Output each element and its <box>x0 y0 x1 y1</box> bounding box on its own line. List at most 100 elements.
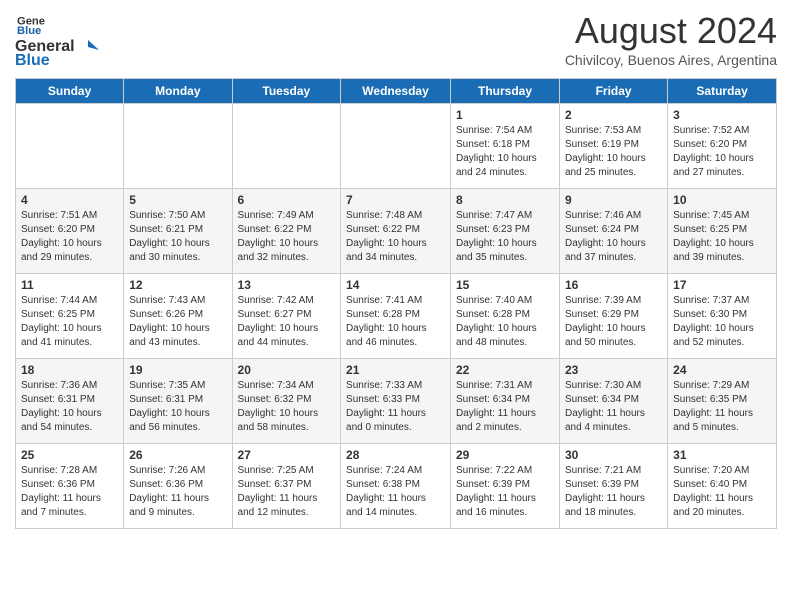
day-info: Sunrise: 7:39 AM Sunset: 6:29 PM Dayligh… <box>565 294 662 350</box>
day-number: 13 <box>238 278 336 292</box>
day-number: 31 <box>673 448 771 462</box>
table-row: 9 Sunrise: 7:46 AM Sunset: 6:24 PM Daylig… <box>560 189 668 274</box>
table-row: 15Sunrise: 7:40 AM Sunset: 6:28 PM Dayli… <box>451 274 560 359</box>
day-number: 15 <box>456 278 554 292</box>
table-row: 21 Sunrise: 7:33 AM Sunset: 6:33 PM Dayli… <box>341 359 451 444</box>
calendar-week-row: 25 Sunrise: 7:28 AM Sunset: 6:36 PM Dayli… <box>16 444 777 529</box>
table-row: 28 Sunrise: 7:24 AM Sunset: 6:38 PM Dayli… <box>341 444 451 529</box>
day-info: Sunrise: 7:21 AM Sunset: 6:39 PM Dayligh… <box>565 464 662 520</box>
day-info: Sunrise: 7:30 AM Sunset: 6:34 PM Dayligh… <box>565 379 662 435</box>
table-row: 19 Sunrise: 7:35 AM Sunset: 6:31 PM Dayli… <box>124 359 232 444</box>
day-number: 5 <box>129 193 226 207</box>
table-row: 31 Sunrise: 7:20 AM Sunset: 6:40 PM Dayli… <box>668 444 777 529</box>
table-row: 26 Sunrise: 7:26 AM Sunset: 6:36 PM Dayli… <box>124 444 232 529</box>
table-row <box>232 104 341 189</box>
day-info: Sunrise: 7:48 AM Sunset: 6:22 PM Dayligh… <box>346 209 445 265</box>
day-info: Sunrise: 7:46 AM Sunset: 6:24 PM Dayligh… <box>565 209 662 265</box>
table-row <box>341 104 451 189</box>
col-tuesday: Tuesday <box>232 79 341 104</box>
calendar-week-row: 4 Sunrise: 7:51 AM Sunset: 6:20 PM Daylig… <box>16 189 777 274</box>
day-info: Sunrise: 7:43 AM Sunset: 6:26 PM Dayligh… <box>129 294 226 350</box>
day-number: 29 <box>456 448 554 462</box>
day-info: Sunrise: 7:35 AM Sunset: 6:31 PM Dayligh… <box>129 379 226 435</box>
day-info: Sunrise: 7:24 AM Sunset: 6:38 PM Dayligh… <box>346 464 445 520</box>
header: General Blue General Blue August 2024 Ch… <box>15 10 777 70</box>
table-row: 23 Sunrise: 7:30 AM Sunset: 6:34 PM Dayli… <box>560 359 668 444</box>
table-row: 30Sunrise: 7:21 AM Sunset: 6:39 PM Dayli… <box>560 444 668 529</box>
day-number: 28 <box>346 448 445 462</box>
day-info: Sunrise: 7:42 AM Sunset: 6:27 PM Dayligh… <box>238 294 336 350</box>
day-number: 26 <box>129 448 226 462</box>
day-info: Sunrise: 7:45 AM Sunset: 6:25 PM Dayligh… <box>673 209 771 265</box>
day-number: 20 <box>238 363 336 377</box>
col-saturday: Saturday <box>668 79 777 104</box>
day-info: Sunrise: 7:37 AM Sunset: 6:30 PM Dayligh… <box>673 294 771 350</box>
day-info: Sunrise: 7:20 AM Sunset: 6:40 PM Dayligh… <box>673 464 771 520</box>
day-info: Sunrise: 7:51 AM Sunset: 6:20 PM Dayligh… <box>21 209 118 265</box>
day-info: Sunrise: 7:41 AM Sunset: 6:28 PM Dayligh… <box>346 294 445 350</box>
day-number: 2 <box>565 108 662 122</box>
logo: General Blue General Blue <box>15 10 99 70</box>
col-wednesday: Wednesday <box>341 79 451 104</box>
table-row: 4 Sunrise: 7:51 AM Sunset: 6:20 PM Daylig… <box>16 189 124 274</box>
day-number: 25 <box>21 448 118 462</box>
table-row: 27 Sunrise: 7:25 AM Sunset: 6:37 PM Dayli… <box>232 444 341 529</box>
col-friday: Friday <box>560 79 668 104</box>
calendar-table: Sunday Monday Tuesday Wednesday Thursday… <box>15 78 777 529</box>
day-number: 16 <box>565 278 662 292</box>
day-number: 4 <box>21 193 118 207</box>
col-sunday: Sunday <box>16 79 124 104</box>
logo-bird-icon <box>77 38 99 56</box>
calendar-week-row: 18 Sunrise: 7:36 AM Sunset: 6:31 PM Dayli… <box>16 359 777 444</box>
day-number: 12 <box>129 278 226 292</box>
day-info: Sunrise: 7:54 AM Sunset: 6:18 PM Dayligh… <box>456 124 554 180</box>
location-subtitle: Chivilcoy, Buenos Aires, Argentina <box>565 52 777 68</box>
day-number: 19 <box>129 363 226 377</box>
calendar-week-row: 1 Sunrise: 7:54 AM Sunset: 6:18 PM Daylig… <box>16 104 777 189</box>
day-info: Sunrise: 7:44 AM Sunset: 6:25 PM Dayligh… <box>21 294 118 350</box>
day-number: 18 <box>21 363 118 377</box>
day-info: Sunrise: 7:25 AM Sunset: 6:37 PM Dayligh… <box>238 464 336 520</box>
day-number: 21 <box>346 363 445 377</box>
title-block: August 2024 Chivilcoy, Buenos Aires, Arg… <box>565 10 777 68</box>
day-number: 22 <box>456 363 554 377</box>
table-row: 14 Sunrise: 7:41 AM Sunset: 6:28 PM Dayli… <box>341 274 451 359</box>
table-row: 2 Sunrise: 7:53 AM Sunset: 6:19 PM Daylig… <box>560 104 668 189</box>
table-row: 17 Sunrise: 7:37 AM Sunset: 6:30 PM Dayli… <box>668 274 777 359</box>
table-row: 10Sunrise: 7:45 AM Sunset: 6:25 PM Dayli… <box>668 189 777 274</box>
day-number: 23 <box>565 363 662 377</box>
day-number: 9 <box>565 193 662 207</box>
calendar-header-row: Sunday Monday Tuesday Wednesday Thursday… <box>16 79 777 104</box>
table-row: 24Sunrise: 7:29 AM Sunset: 6:35 PM Dayli… <box>668 359 777 444</box>
day-number: 11 <box>21 278 118 292</box>
day-number: 3 <box>673 108 771 122</box>
day-info: Sunrise: 7:28 AM Sunset: 6:36 PM Dayligh… <box>21 464 118 520</box>
table-row: 5 Sunrise: 7:50 AM Sunset: 6:21 PM Daylig… <box>124 189 232 274</box>
col-monday: Monday <box>124 79 232 104</box>
table-row: 13 Sunrise: 7:42 AM Sunset: 6:27 PM Dayli… <box>232 274 341 359</box>
day-number: 6 <box>238 193 336 207</box>
table-row: 6Sunrise: 7:49 AM Sunset: 6:22 PM Daylig… <box>232 189 341 274</box>
table-row: 25 Sunrise: 7:28 AM Sunset: 6:36 PM Dayli… <box>16 444 124 529</box>
page-container: General Blue General Blue August 2024 Ch… <box>0 0 792 539</box>
day-number: 7 <box>346 193 445 207</box>
col-thursday: Thursday <box>451 79 560 104</box>
month-year-title: August 2024 <box>565 10 777 52</box>
day-number: 27 <box>238 448 336 462</box>
day-info: Sunrise: 7:36 AM Sunset: 6:31 PM Dayligh… <box>21 379 118 435</box>
table-row: 1 Sunrise: 7:54 AM Sunset: 6:18 PM Daylig… <box>451 104 560 189</box>
calendar-week-row: 11 Sunrise: 7:44 AM Sunset: 6:25 PM Dayli… <box>16 274 777 359</box>
day-info: Sunrise: 7:50 AM Sunset: 6:21 PM Dayligh… <box>129 209 226 265</box>
day-number: 8 <box>456 193 554 207</box>
day-info: Sunrise: 7:33 AM Sunset: 6:33 PM Dayligh… <box>346 379 445 435</box>
table-row: 7 Sunrise: 7:48 AM Sunset: 6:22 PM Daylig… <box>341 189 451 274</box>
day-info: Sunrise: 7:26 AM Sunset: 6:36 PM Dayligh… <box>129 464 226 520</box>
svg-text:Blue: Blue <box>17 25 41 37</box>
table-row: 20Sunrise: 7:34 AM Sunset: 6:32 PM Dayli… <box>232 359 341 444</box>
day-number: 17 <box>673 278 771 292</box>
day-number: 1 <box>456 108 554 122</box>
day-info: Sunrise: 7:53 AM Sunset: 6:19 PM Dayligh… <box>565 124 662 180</box>
day-info: Sunrise: 7:47 AM Sunset: 6:23 PM Dayligh… <box>456 209 554 265</box>
day-number: 14 <box>346 278 445 292</box>
table-row: 8 Sunrise: 7:47 AM Sunset: 6:23 PM Daylig… <box>451 189 560 274</box>
